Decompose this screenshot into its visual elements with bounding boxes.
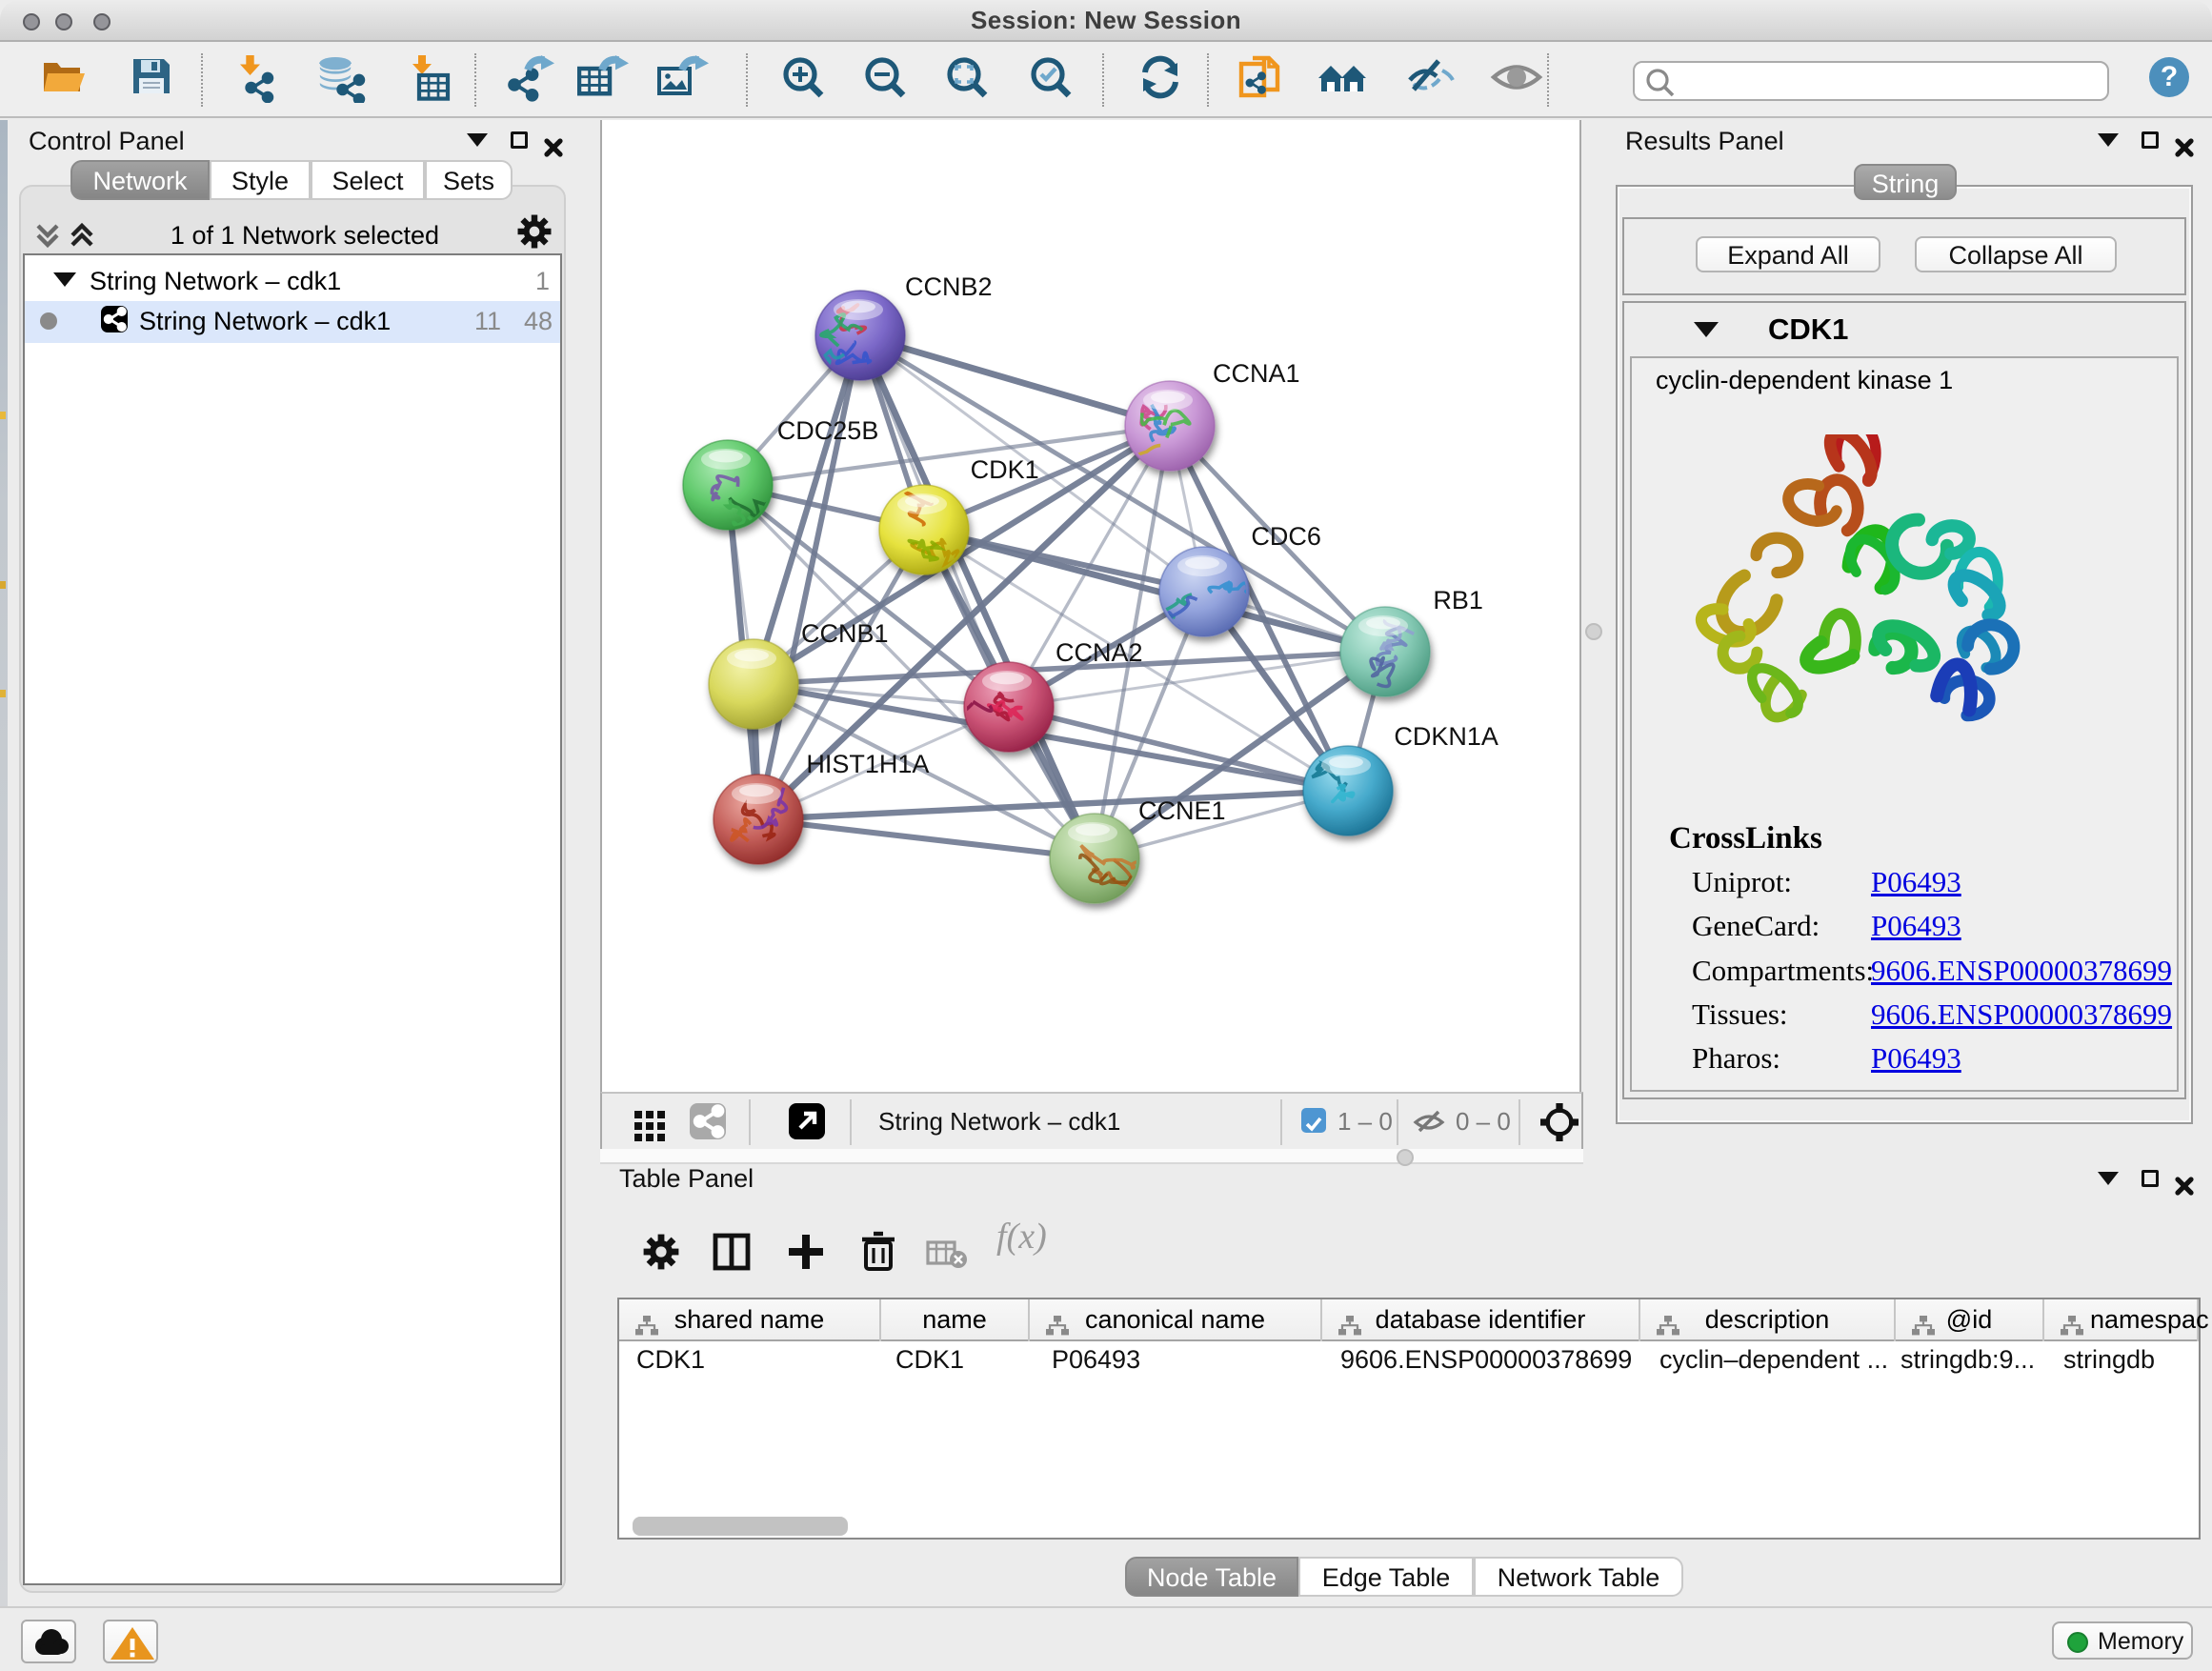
svg-text:CDKN1A: CDKN1A [1394,722,1498,751]
svg-text:CCNA2: CCNA2 [1056,638,1143,667]
svg-text:CCNE1: CCNE1 [1138,796,1226,825]
svg-text:CDC25B: CDC25B [777,416,879,445]
svg-text:HIST1H1A: HIST1H1A [806,750,929,778]
svg-text:CCNB2: CCNB2 [905,272,993,301]
svg-text:CDK1: CDK1 [971,455,1039,484]
svg-text:CDC6: CDC6 [1251,522,1321,551]
svg-text:CCNA1: CCNA1 [1213,359,1300,388]
svg-text:RB1: RB1 [1433,586,1483,614]
svg-text:CCNB1: CCNB1 [801,619,889,648]
